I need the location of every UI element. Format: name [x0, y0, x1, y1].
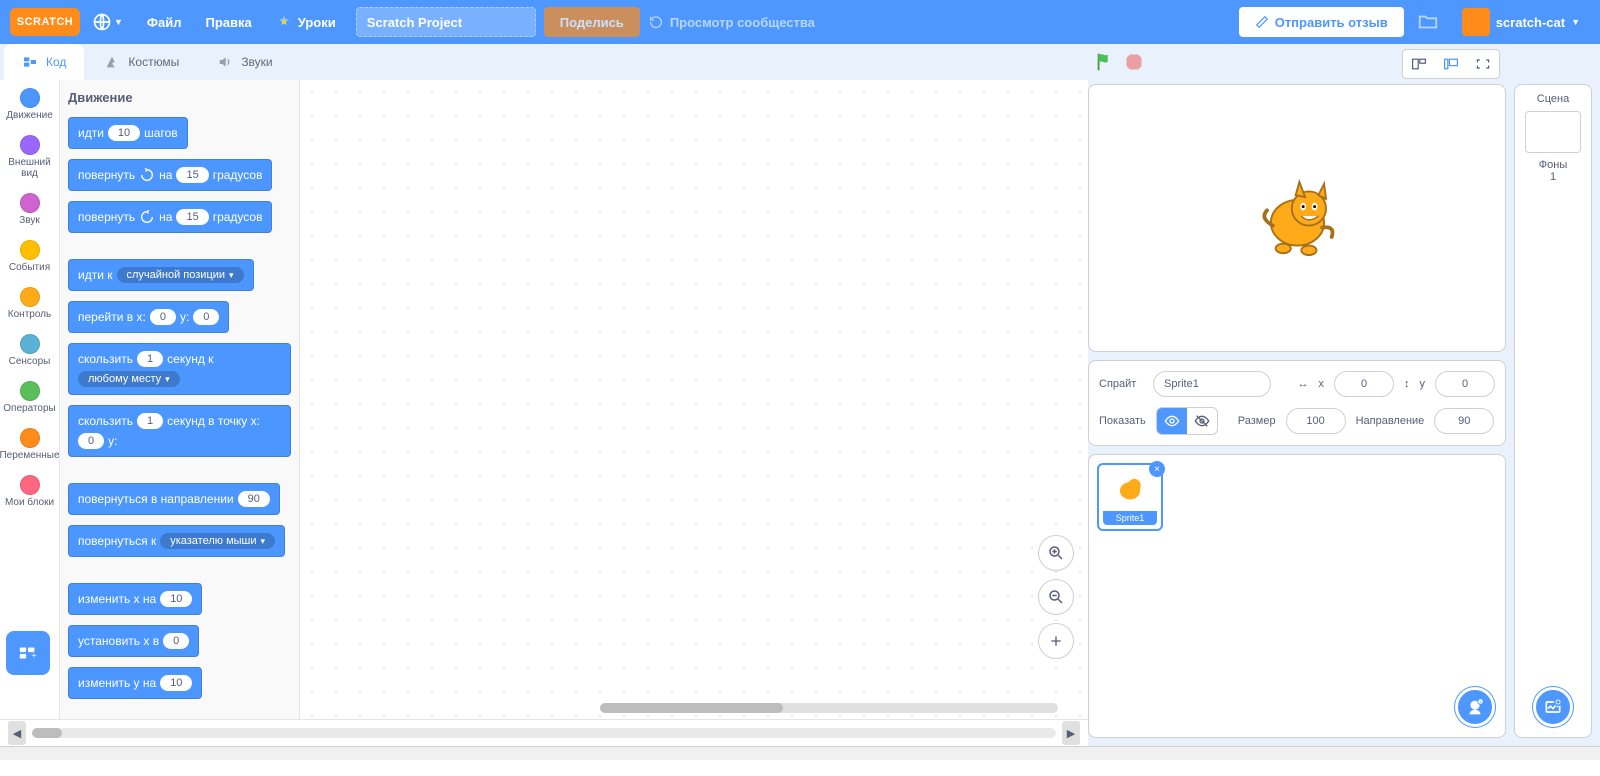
zoom-out-button[interactable] [1038, 579, 1074, 615]
feedback-button[interactable]: Отправить отзыв [1239, 7, 1404, 37]
size-label: Размер [1238, 415, 1276, 427]
stage-header [1088, 44, 1506, 84]
backpack-scroll-right[interactable]: ▶ [1062, 721, 1080, 745]
motion-block[interactable]: скользить1секунд клюбому месту [68, 343, 291, 395]
sprite-x-input[interactable] [1334, 371, 1394, 397]
motion-block[interactable]: повернутьна15градусов [68, 201, 272, 233]
category-Мои блоки[interactable]: Мои блоки [0, 467, 59, 514]
backdrops-count: 1 [1550, 171, 1556, 183]
menu-bar: SCRATCH ▼ Файл Правка Уроки Поделись Про… [0, 0, 1600, 44]
category-Движение[interactable]: Движение [0, 80, 59, 127]
stage[interactable] [1088, 84, 1506, 352]
language-menu[interactable]: ▼ [80, 0, 135, 44]
stage-selector[interactable]: Сцена Фоны 1 [1514, 84, 1592, 738]
editor-tabs: Код Костюмы Звуки [0, 44, 1088, 80]
sprite-tile[interactable]: × Sprite1 [1097, 463, 1163, 531]
delete-sprite-button[interactable]: × [1149, 461, 1165, 477]
scripts-workspace[interactable] [300, 80, 1088, 719]
tutorials-button[interactable]: Уроки [264, 0, 348, 44]
sprite-label: Спрайт [1099, 378, 1143, 390]
window-bottom-scrollbar[interactable] [0, 746, 1600, 760]
sprite-visible-button[interactable] [1157, 408, 1187, 434]
sprite-direction-input[interactable] [1434, 408, 1494, 434]
show-label: Показать [1099, 415, 1146, 427]
block-category-list: ДвижениеВнешний видЗвукСобытияКонтрольСе… [0, 80, 60, 719]
tab-sounds[interactable]: Звуки [199, 44, 290, 80]
see-community-button[interactable]: Просмотр сообщества [648, 14, 815, 30]
zoom-in-button[interactable] [1038, 535, 1074, 571]
category-Внешний вид[interactable]: Внешний вид [0, 127, 59, 185]
sprite-tile-name: Sprite1 [1103, 511, 1157, 525]
stage-size-large[interactable] [1437, 52, 1465, 76]
add-extension-button[interactable]: + [6, 631, 50, 675]
motion-block[interactable]: изменить y на10 [68, 667, 202, 699]
green-flag-button[interactable] [1094, 51, 1116, 78]
svg-text:+: + [31, 651, 36, 661]
tab-costumes[interactable]: Костюмы [86, 44, 197, 80]
category-Звук[interactable]: Звук [0, 185, 59, 232]
motion-block[interactable]: повернуться в направлении90 [68, 483, 280, 515]
x-label: x [1319, 378, 1325, 390]
backpack-panel[interactable]: ◀ ▶ [0, 719, 1088, 746]
sprite-hidden-button[interactable] [1187, 408, 1217, 434]
block-palette: Движение идти10шагов повернутьна15градусо… [60, 80, 300, 719]
backpack-scroll-left[interactable]: ◀ [8, 721, 26, 745]
category-Контроль[interactable]: Контроль [0, 279, 59, 326]
edit-menu[interactable]: Правка [194, 0, 264, 44]
motion-block[interactable]: перейти в x:0y:0 [68, 301, 229, 333]
mystuff-button[interactable] [1410, 7, 1446, 37]
account-menu[interactable]: scratch-cat ▼ [1452, 8, 1590, 36]
sprite-name-input[interactable] [1153, 371, 1271, 397]
motion-block[interactable]: скользить1секунд в точку x:0y: [68, 405, 291, 457]
sprite-y-input[interactable] [1435, 371, 1495, 397]
palette-category-header: Движение [68, 90, 291, 105]
category-Переменные[interactable]: Переменные [0, 420, 59, 467]
sprite-list: × Sprite1 + [1088, 454, 1506, 738]
scratch-logo[interactable]: SCRATCH [10, 8, 80, 36]
motion-block[interactable]: изменить x на10 [68, 583, 202, 615]
sprite-size-input[interactable] [1286, 408, 1346, 434]
motion-block[interactable]: повернуться куказателю мыши [68, 525, 285, 557]
file-menu[interactable]: Файл [135, 0, 194, 44]
category-События[interactable]: События [0, 232, 59, 279]
project-title-input[interactable] [356, 7, 536, 37]
stage-fullscreen[interactable] [1469, 52, 1497, 76]
main-area: Код Костюмы Звуки ДвижениеВнешний видЗву… [0, 44, 1600, 746]
y-label: y [1420, 378, 1426, 390]
tab-code[interactable]: Код [4, 44, 84, 80]
category-Операторы[interactable]: Операторы [0, 373, 59, 420]
add-backdrop-button[interactable] [1533, 687, 1573, 727]
stage-title: Сцена [1537, 93, 1569, 105]
motion-block[interactable]: идти кслучайной позиции [68, 259, 254, 291]
motion-block[interactable]: установить x в0 [68, 625, 199, 657]
stop-button[interactable] [1124, 52, 1144, 77]
add-sprite-button[interactable]: + [1455, 687, 1495, 727]
stage-thumbnail[interactable] [1525, 111, 1581, 153]
backdrops-label: Фоны [1539, 159, 1567, 171]
category-Сенсоры[interactable]: Сенсоры [0, 326, 59, 373]
stage-size-controls [1402, 49, 1500, 79]
stage-size-small[interactable] [1405, 52, 1433, 76]
user-avatar-icon [1462, 8, 1490, 36]
zoom-reset-button[interactable] [1038, 623, 1074, 659]
sprite-on-stage[interactable] [1250, 168, 1345, 268]
share-button[interactable]: Поделись [544, 7, 640, 37]
motion-block[interactable]: повернутьна15градусов [68, 159, 272, 191]
direction-label: Направление [1356, 415, 1425, 427]
svg-text:+: + [1479, 699, 1482, 704]
workspace-scrollbar[interactable] [600, 703, 1058, 713]
sprite-info-panel: Спрайт ↔ x ↕ y Показать [1088, 360, 1506, 446]
motion-block[interactable]: идти10шагов [68, 117, 188, 149]
